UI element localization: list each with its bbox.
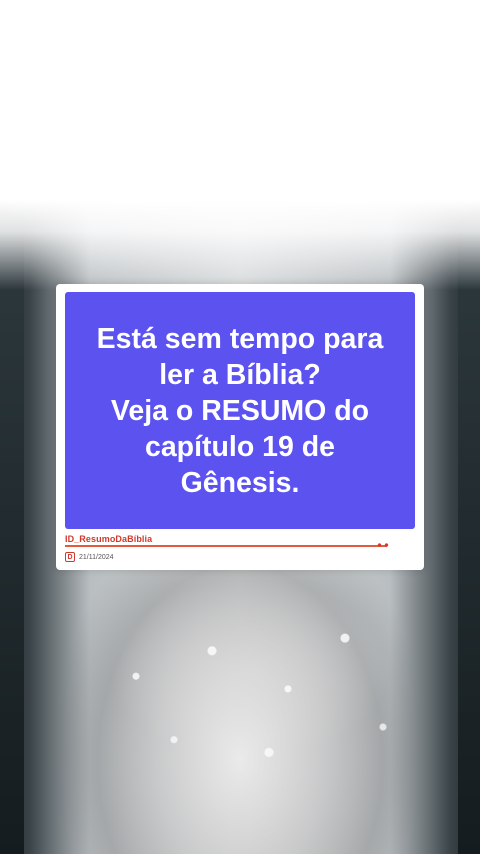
top-fade: [0, 200, 480, 290]
question-box: Está sem tempo para ler a Bíblia? Veja o…: [65, 292, 415, 529]
photo-edge-right: [458, 215, 480, 854]
date-badge-icon: D: [65, 552, 75, 562]
handle-underline: [65, 545, 387, 547]
handle-dots-icon: [376, 543, 390, 547]
account-handle[interactable]: ID_ResumoDaBíblia: [65, 534, 152, 544]
top-blank-area: [0, 0, 480, 215]
question-text: Está sem tempo para ler a Bíblia? Veja o…: [96, 322, 384, 499]
photo-edge-left: [0, 215, 24, 854]
post-card[interactable]: Está sem tempo para ler a Bíblia? Veja o…: [56, 284, 424, 570]
date-row: D 21/11/2024: [65, 551, 114, 563]
post-date: 21/11/2024: [79, 553, 114, 561]
salt-texture: [60, 600, 440, 854]
